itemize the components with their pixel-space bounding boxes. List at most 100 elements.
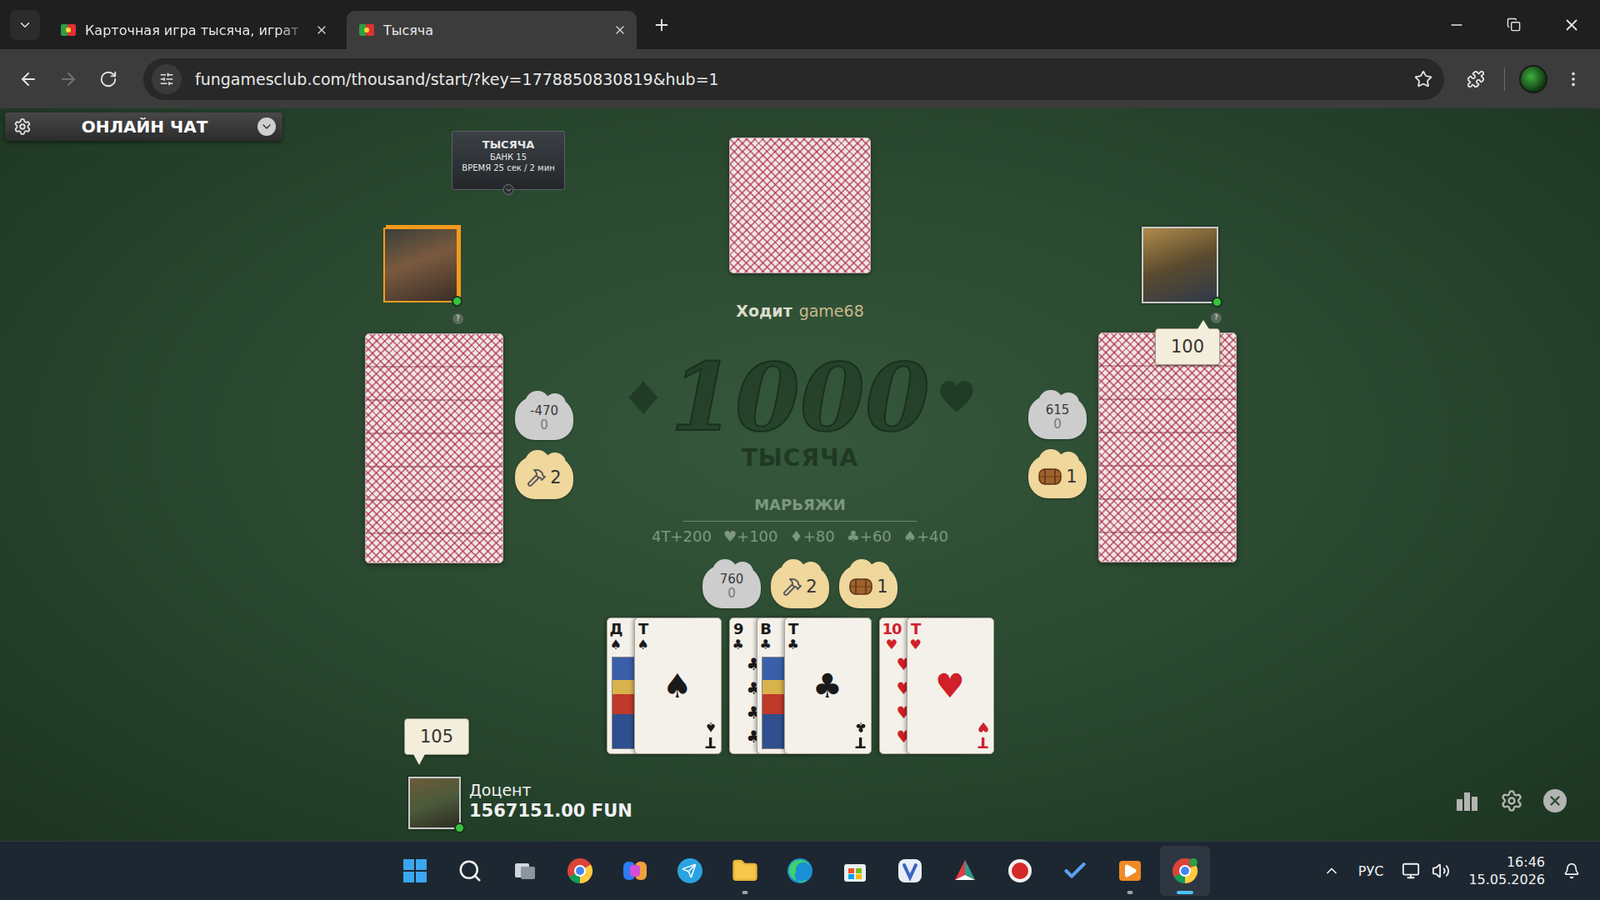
- playing-card[interactable]: Т♣♣Т♣: [784, 617, 872, 755]
- hammer-icon: [782, 576, 803, 597]
- gear-icon[interactable]: [13, 117, 32, 136]
- score-cloud: 6150: [1028, 395, 1087, 440]
- taskbar-apps: [390, 845, 1210, 896]
- window-controls: [1427, 0, 1600, 50]
- address-bar[interactable]: fungamesclub.com/thousand/start/?key=177…: [143, 58, 1445, 100]
- diamond-icon: [625, 379, 662, 416]
- card-index: Т♠: [637, 621, 650, 652]
- taskbar-app[interactable]: [1160, 845, 1210, 896]
- menu-button[interactable]: [1556, 62, 1590, 96]
- new-tab-button[interactable]: [645, 8, 679, 42]
- bookmark-star-icon[interactable]: [1414, 70, 1433, 89]
- leave-table-button[interactable]: [1543, 789, 1567, 813]
- taskbar-app[interactable]: [995, 845, 1045, 896]
- my-scoreboard: 760021: [702, 565, 898, 609]
- taskbar-app[interactable]: [500, 845, 550, 896]
- player-info-button[interactable]: ?: [452, 313, 464, 325]
- site-settings-icon: [159, 71, 175, 87]
- taskbar-app[interactable]: [1050, 845, 1100, 896]
- marriage-item: ♠+40: [903, 526, 949, 547]
- language-indicator[interactable]: РУС: [1358, 863, 1385, 880]
- arrow-right-icon: [58, 69, 79, 90]
- arrow-left-icon: [18, 69, 39, 90]
- suit-group: 9♣♣♣♣♣В♣Т♣♣Т♣: [729, 617, 872, 755]
- media-player-icon: [1115, 856, 1145, 885]
- card-center-suit: ♣: [812, 669, 843, 703]
- taskbar-app[interactable]: [885, 845, 935, 896]
- talon-deck: [729, 137, 871, 274]
- player-info-button[interactable]: ?: [1210, 312, 1222, 324]
- browser-tab[interactable]: Тысяча: [346, 10, 637, 50]
- forward-button[interactable]: [51, 62, 85, 96]
- close-icon: [1562, 15, 1581, 35]
- online-chat-bar[interactable]: ОНЛАЙН ЧАТ: [5, 112, 283, 141]
- hidden-icons-icon[interactable]: [1323, 862, 1340, 880]
- taskbar-app[interactable]: [445, 845, 495, 896]
- taskbar-app[interactable]: [720, 845, 770, 896]
- card-index: 9♣: [732, 621, 745, 652]
- card-index: Т♣: [787, 621, 800, 652]
- tab-search-button[interactable]: [10, 10, 40, 40]
- taskbar-app[interactable]: [390, 845, 440, 896]
- browser-tab[interactable]: Карточная игра тысяча, играт: [48, 10, 339, 50]
- taskbar-app[interactable]: [775, 845, 825, 896]
- restore-button[interactable]: [1485, 0, 1543, 50]
- card-center-suit: ♥: [935, 669, 965, 703]
- reload-button[interactable]: [91, 62, 125, 96]
- barrel-icon: [1037, 466, 1063, 487]
- taskbar-app[interactable]: [830, 845, 880, 896]
- turn-indicator: Ходитgame68: [735, 300, 864, 321]
- player-avatar[interactable]: [1141, 226, 1219, 304]
- barrel-badge: 1: [1028, 455, 1087, 499]
- marriages-title: МАРЬЯЖИ: [754, 495, 846, 515]
- close-tab-icon[interactable]: [613, 23, 627, 37]
- taskbar-app[interactable]: [665, 845, 715, 896]
- volume-icon[interactable]: [1431, 861, 1450, 880]
- close-tab-icon[interactable]: [315, 23, 329, 37]
- player-name: Доцент: [469, 780, 633, 800]
- online-status: [1211, 296, 1223, 308]
- score-cloud: -4700: [515, 396, 574, 440]
- card-index: Д♠: [610, 621, 623, 652]
- my-avatar[interactable]: [408, 776, 461, 830]
- chat-toggle[interactable]: [257, 117, 276, 136]
- taskbar-app[interactable]: [940, 845, 990, 896]
- close-window-button[interactable]: [1542, 0, 1600, 50]
- taskbar-app[interactable]: [1105, 845, 1155, 896]
- plus-icon: [652, 15, 671, 35]
- restore-icon: [1506, 17, 1521, 32]
- chrome-profile-icon: [1170, 856, 1200, 885]
- clock[interactable]: 16:4615.05.2026: [1468, 853, 1545, 889]
- minimize-button[interactable]: [1427, 0, 1485, 50]
- settings-gear-icon[interactable]: [1500, 789, 1524, 813]
- playing-card[interactable]: Т♠♠Т♠: [634, 617, 722, 755]
- url-text[interactable]: fungamesclub.com/thousand/start/?key=177…: [195, 70, 1401, 89]
- running-indicator: [1127, 890, 1134, 895]
- playing-card[interactable]: Т♥♥Т♥: [906, 617, 995, 755]
- task-view-icon: [511, 857, 539, 885]
- site-favicon-icon: [358, 21, 375, 39]
- opponent-seat: ?-47002: [365, 227, 574, 564]
- info-expand[interactable]: [503, 184, 515, 195]
- card-index: 10♥: [882, 621, 902, 652]
- taskbar-app[interactable]: [555, 845, 605, 896]
- browser-toolbar: fungamesclub.com/thousand/start/?key=177…: [0, 49, 1600, 109]
- extensions-button[interactable]: [1459, 62, 1493, 96]
- office-app-icon: [950, 856, 980, 885]
- stats-icon[interactable]: [1455, 789, 1480, 813]
- hammer-badge: 2: [770, 565, 830, 609]
- taskbar-app[interactable]: [610, 845, 660, 896]
- site-favicon-icon: [60, 21, 77, 39]
- player-avatar[interactable]: [383, 227, 459, 303]
- tab-strip: Карточная игра тысяча, игратТысяча: [0, 0, 1600, 50]
- network-icon[interactable]: [1401, 861, 1420, 880]
- back-button[interactable]: [11, 62, 45, 96]
- site-info-button[interactable]: [151, 64, 182, 95]
- player-balance: 1567151.00 FUN: [469, 800, 633, 822]
- notifications-icon[interactable]: [1563, 862, 1580, 880]
- chrome-icon: [565, 856, 595, 885]
- profile-button[interactable]: [1516, 62, 1550, 96]
- game-table: ОНЛАЙН ЧАТТЫСЯЧАБАНК 15ВРЕМЯ 25 сек / 2 …: [0, 108, 1600, 841]
- file-explorer-icon: [731, 857, 759, 885]
- close-icon: [1547, 793, 1563, 809]
